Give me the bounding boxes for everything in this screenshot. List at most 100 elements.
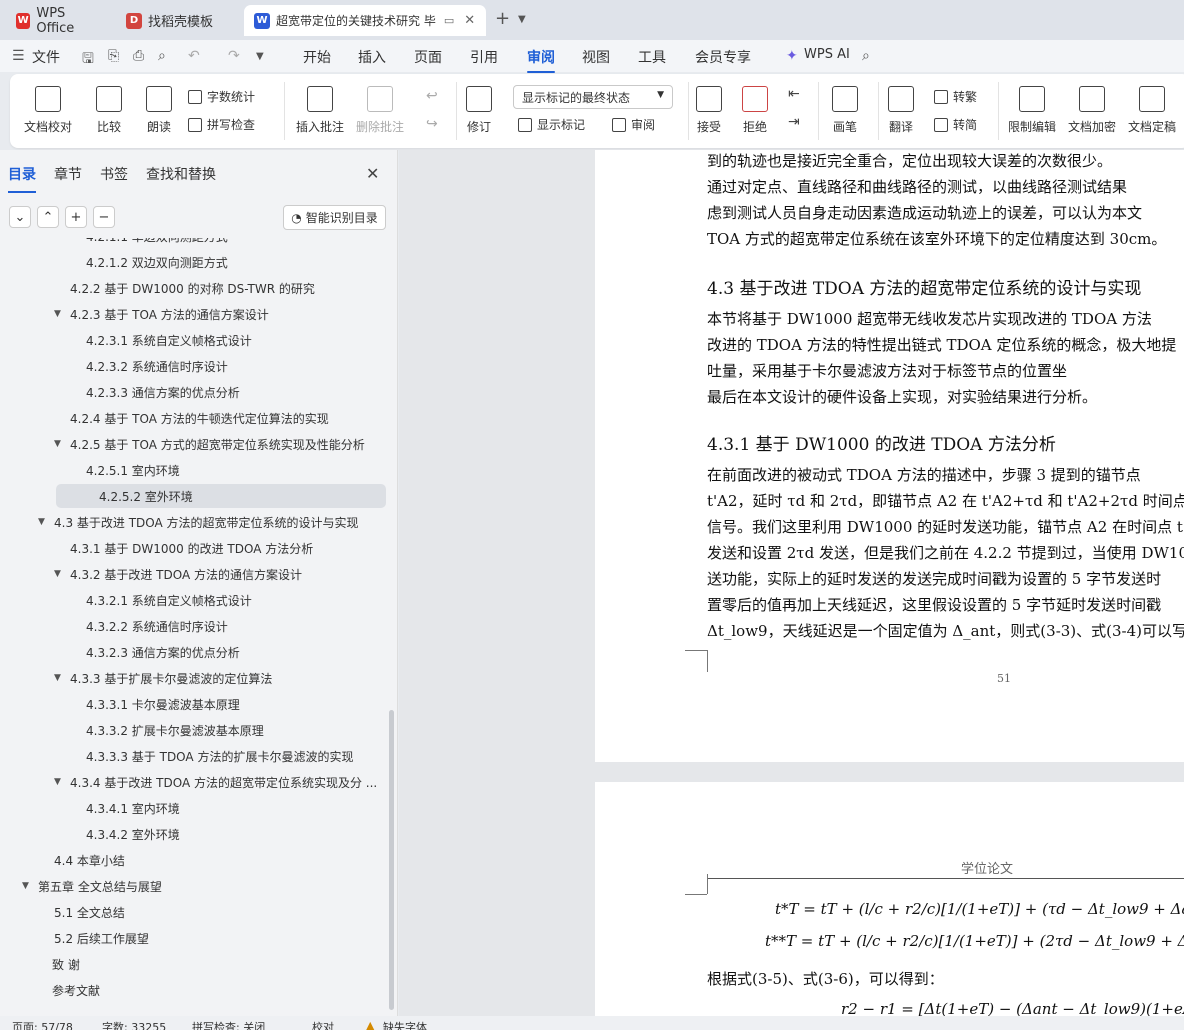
doc-finalize-button[interactable]: 文档定稿 xyxy=(1128,86,1176,135)
close-panel-icon[interactable]: ✕ xyxy=(366,164,379,183)
toc-item[interactable]: 4.3.3.3 基于 TDOA 方法的扩展卡尔曼滤波的实现 xyxy=(0,744,353,768)
toc-item[interactable]: 4.2.3.1 系统自定义帧格式设计 xyxy=(0,328,252,352)
toc-item[interactable]: 4.3.4.2 室外环境 xyxy=(0,822,180,846)
spell-check-button[interactable]: 拼写检查 xyxy=(188,116,255,133)
expand-toggle-icon[interactable]: ▼ xyxy=(54,673,64,683)
expand-toggle-icon[interactable]: ▼ xyxy=(38,517,48,527)
toc-item[interactable]: ▼ 4.3.4 基于改进 TDOA 方法的超宽带定位系统实现及分 ... xyxy=(0,770,377,794)
tab-current-document[interactable]: W 超宽带定位的关键技术研究 毕 ▭ ✕ xyxy=(244,5,486,36)
toc-item[interactable]: 5.1 全文总结 xyxy=(0,900,125,924)
toc-item[interactable]: 4.2.5.2 室外环境 xyxy=(56,484,386,508)
markup-state-select[interactable]: 显示标记的最终状态 ▼ xyxy=(513,85,673,109)
remove-heading-button[interactable]: − xyxy=(93,206,115,228)
smart-toc-button[interactable]: ◔ 智能识别目录 xyxy=(283,205,386,230)
next-comment-icon[interactable]: ↪ xyxy=(426,116,438,132)
tab-bookmarks[interactable]: 书签 xyxy=(100,164,128,184)
tab-docer-templates[interactable]: D 找稻壳模板 xyxy=(116,5,236,36)
toc-item[interactable]: ▼ 第五章 全文总结与展望 xyxy=(0,874,162,898)
toc-item[interactable]: 4.3.2.3 通信方案的优点分析 xyxy=(0,640,240,664)
convert-traditional-button[interactable]: 转繁 xyxy=(934,88,977,105)
toc-item[interactable]: ▼ 4.3.2 基于改进 TDOA 方法的通信方案设计 xyxy=(0,562,302,586)
doc-check-button[interactable]: 文档校对 xyxy=(24,86,72,135)
previous-comment-icon[interactable]: ↩ xyxy=(426,88,438,104)
undo-icon[interactable]: ↶ xyxy=(188,48,200,64)
read-aloud-button[interactable]: 朗读 xyxy=(146,86,172,135)
review-pane-button[interactable]: 审阅 xyxy=(612,116,655,133)
reject-button[interactable]: 拒绝 xyxy=(742,86,768,135)
hamburger-icon[interactable]: ☰ xyxy=(12,48,25,64)
next-change-icon[interactable]: ⇥ xyxy=(788,114,800,130)
accept-button[interactable]: 接受 xyxy=(696,86,722,135)
toc-item[interactable]: 参考文献 xyxy=(0,978,100,1002)
toc-item[interactable]: 5.2 后续工作展望 xyxy=(0,926,149,950)
toc-item[interactable]: 4.2.5.1 室内环境 xyxy=(0,458,180,482)
toc-item[interactable]: 4.3.2.2 系统通信时序设计 xyxy=(0,614,228,638)
toc-item[interactable]: 4.3.3.1 卡尔曼滤波基本原理 xyxy=(0,692,240,716)
toc-item[interactable]: 4.3.2.1 系统自定义帧格式设计 xyxy=(0,588,252,612)
toc-item[interactable]: 4.3.3.2 扩展卡尔曼滤波基本原理 xyxy=(0,718,264,742)
window-mode-icon[interactable]: ▭ xyxy=(444,14,454,27)
toc-item[interactable]: 4.3.1 基于 DW1000 的改进 TDOA 方法分析 xyxy=(0,536,313,560)
tab-toc[interactable]: 目录 xyxy=(8,164,36,193)
panel-scrollbar[interactable] xyxy=(389,710,394,1010)
track-changes-button[interactable]: 修订 xyxy=(466,86,492,135)
expand-level-button[interactable]: ⌃ xyxy=(37,206,59,228)
spell-check-indicator[interactable]: 拼写检查: 关闭 xyxy=(192,1019,265,1030)
toc-item[interactable]: 4.2.3.3 通信方案的优点分析 xyxy=(0,380,240,404)
tab-chapters[interactable]: 章节 xyxy=(54,164,82,184)
convert-simplified-button[interactable]: 转简 xyxy=(934,116,977,133)
proofread-indicator[interactable]: 校对 xyxy=(312,1019,334,1030)
quick-access-chevron-icon[interactable]: ▼ xyxy=(256,51,264,62)
menu-tools[interactable]: 工具 xyxy=(638,47,666,67)
pen-button[interactable]: 画笔 xyxy=(832,86,858,135)
expand-toggle-icon[interactable]: ▼ xyxy=(54,777,64,787)
tab-wps-office[interactable]: W WPS Office xyxy=(6,5,110,36)
new-tab-icon[interactable]: + xyxy=(495,8,510,29)
show-markup-button[interactable]: 显示标记 xyxy=(518,116,585,133)
insert-comment-button[interactable]: 插入批注 xyxy=(296,86,344,135)
menu-page[interactable]: 页面 xyxy=(414,47,442,67)
expand-toggle-icon[interactable]: ▼ xyxy=(54,439,64,449)
expand-toggle-icon[interactable]: ▼ xyxy=(54,569,64,579)
search-icon[interactable]: ⌕ xyxy=(862,48,870,64)
toc-item[interactable]: 4.2.1.1 单边双向测距方式 xyxy=(0,238,228,248)
print-icon[interactable]: ⎙ xyxy=(133,48,144,64)
export-icon[interactable]: ⎘ xyxy=(108,48,119,64)
compare-button[interactable]: 比较 xyxy=(96,86,122,135)
word-count-button[interactable]: 字数统计 xyxy=(188,88,255,105)
menu-view[interactable]: 视图 xyxy=(582,47,610,67)
close-tab-icon[interactable]: ✕ xyxy=(464,13,475,28)
save-icon[interactable]: 🖫 xyxy=(82,48,94,72)
toc-item[interactable]: 4.2.4 基于 TOA 方法的牛顿迭代定位算法的实现 xyxy=(0,406,329,430)
tab-list-chevron-icon[interactable]: ▼ xyxy=(518,14,526,25)
menu-review[interactable]: 审阅 xyxy=(527,47,555,73)
toc-item[interactable]: 致 谢 xyxy=(0,952,80,976)
toc-item[interactable]: 4.2.2 基于 DW1000 的对称 DS-TWR 的研究 xyxy=(0,276,315,300)
redo-icon[interactable]: ↷ xyxy=(228,48,240,64)
toc-item[interactable]: ▼ 4.3 基于改进 TDOA 方法的超宽带定位系统的设计与实现 xyxy=(0,510,359,534)
expand-toggle-icon[interactable]: ▼ xyxy=(54,309,64,319)
print-preview-icon[interactable]: ⌕ xyxy=(158,48,166,64)
menu-references[interactable]: 引用 xyxy=(470,47,498,67)
expand-toggle-icon[interactable]: ▼ xyxy=(22,881,32,891)
toc-item[interactable]: 4.4 本章小结 xyxy=(0,848,125,872)
missing-font-indicator[interactable]: 缺失字体 xyxy=(383,1019,427,1030)
menu-insert[interactable]: 插入 xyxy=(358,47,386,67)
menu-wps-ai[interactable]: WPS AI xyxy=(804,47,850,62)
delete-comment-button[interactable]: 删除批注 xyxy=(356,86,404,135)
add-heading-button[interactable]: + xyxy=(65,206,87,228)
page-indicator[interactable]: 页面: 57/78 xyxy=(12,1019,73,1030)
restrict-edit-button[interactable]: 限制编辑 xyxy=(1008,86,1056,135)
toc-item[interactable]: ▼ 4.2.3 基于 TOA 方法的通信方案设计 xyxy=(0,302,269,326)
collapse-level-button[interactable]: ⌄ xyxy=(9,206,31,228)
tab-find-replace[interactable]: 查找和替换 xyxy=(146,164,216,184)
toc-item[interactable]: ▼ 4.2.5 基于 TOA 方式的超宽带定位系统实现及性能分析 xyxy=(0,432,365,456)
toc-item[interactable]: 4.3.4.1 室内环境 xyxy=(0,796,180,820)
doc-encrypt-button[interactable]: 文档加密 xyxy=(1068,86,1116,135)
toc-item[interactable]: 4.2.3.2 系统通信时序设计 xyxy=(0,354,228,378)
previous-change-icon[interactable]: ⇤ xyxy=(788,86,800,102)
menu-membership[interactable]: 会员专享 xyxy=(695,47,751,67)
menu-file[interactable]: 文件 xyxy=(32,47,60,67)
menu-home[interactable]: 开始 xyxy=(303,47,331,67)
toc-item[interactable]: ▼ 4.3.3 基于扩展卡尔曼滤波的定位算法 xyxy=(0,666,272,690)
